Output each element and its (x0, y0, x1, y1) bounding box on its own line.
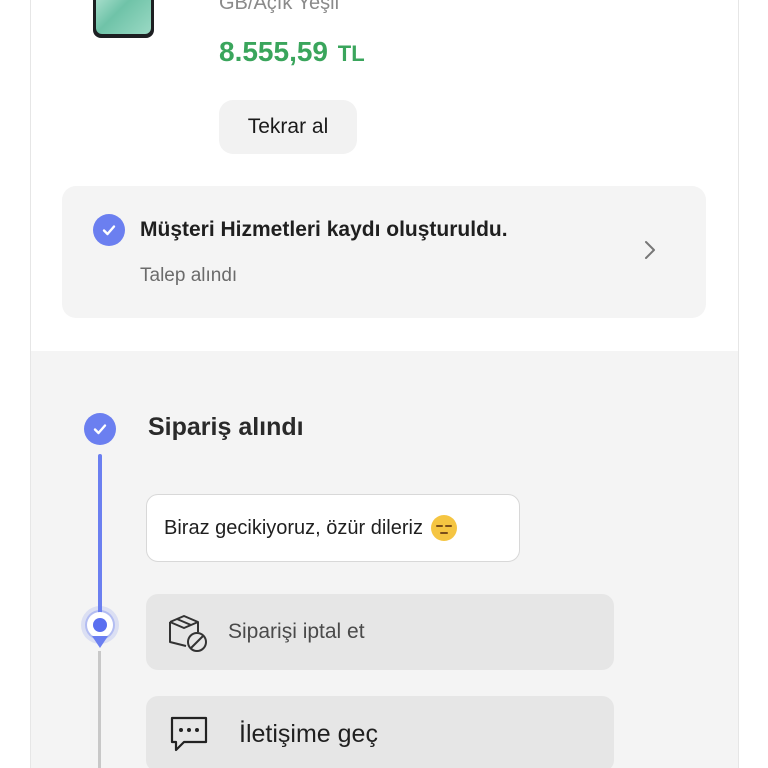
customer-service-title: Müşteri Hizmetleri kaydı oluşturuldu. (140, 218, 508, 241)
product-price: 8.555,59 TL (219, 36, 365, 68)
cancel-order-label: Siparişi iptal et (228, 620, 365, 643)
product-image[interactable] (93, 0, 154, 38)
pensive-face-emoji-icon (430, 515, 457, 541)
cancel-order-button[interactable]: Siparişi iptal et (146, 594, 614, 670)
order-status-title: Sipariş alındı (148, 413, 304, 441)
check-icon (84, 413, 116, 445)
delay-message: Biraz gecikiyoruz, özür dileriz (146, 494, 520, 562)
order-detail-page: GB/Açık Yeşil 8.555,59 TL Tekrar al Müşt… (0, 0, 768, 768)
reorder-button[interactable]: Tekrar al (219, 100, 357, 154)
chat-bubble-icon (170, 716, 208, 752)
contact-label: İletişime geç (239, 719, 378, 748)
order-timeline: Sipariş alındı Biraz gecikiyoruz, özür d… (31, 351, 738, 768)
customer-service-status: Talep alındı (140, 265, 238, 286)
price-currency: TL (337, 41, 365, 66)
timeline-pending-line (98, 651, 101, 768)
timeline-marker-pointer (92, 636, 108, 648)
timeline-progress-line (98, 454, 102, 622)
chevron-right-icon (645, 241, 655, 259)
delay-message-text: Biraz gecikiyoruz, özür dileriz (164, 516, 423, 539)
box-cancel-icon (169, 615, 207, 652)
check-icon (93, 214, 125, 246)
contact-button[interactable]: İletişime geç (146, 696, 614, 768)
customer-service-card[interactable]: Müşteri Hizmetleri kaydı oluşturuldu. Ta… (62, 186, 706, 318)
product-variant: GB/Açık Yeşil (219, 0, 340, 14)
price-amount: 8.555,59 (219, 36, 328, 67)
timeline-current-marker-core (93, 618, 107, 632)
